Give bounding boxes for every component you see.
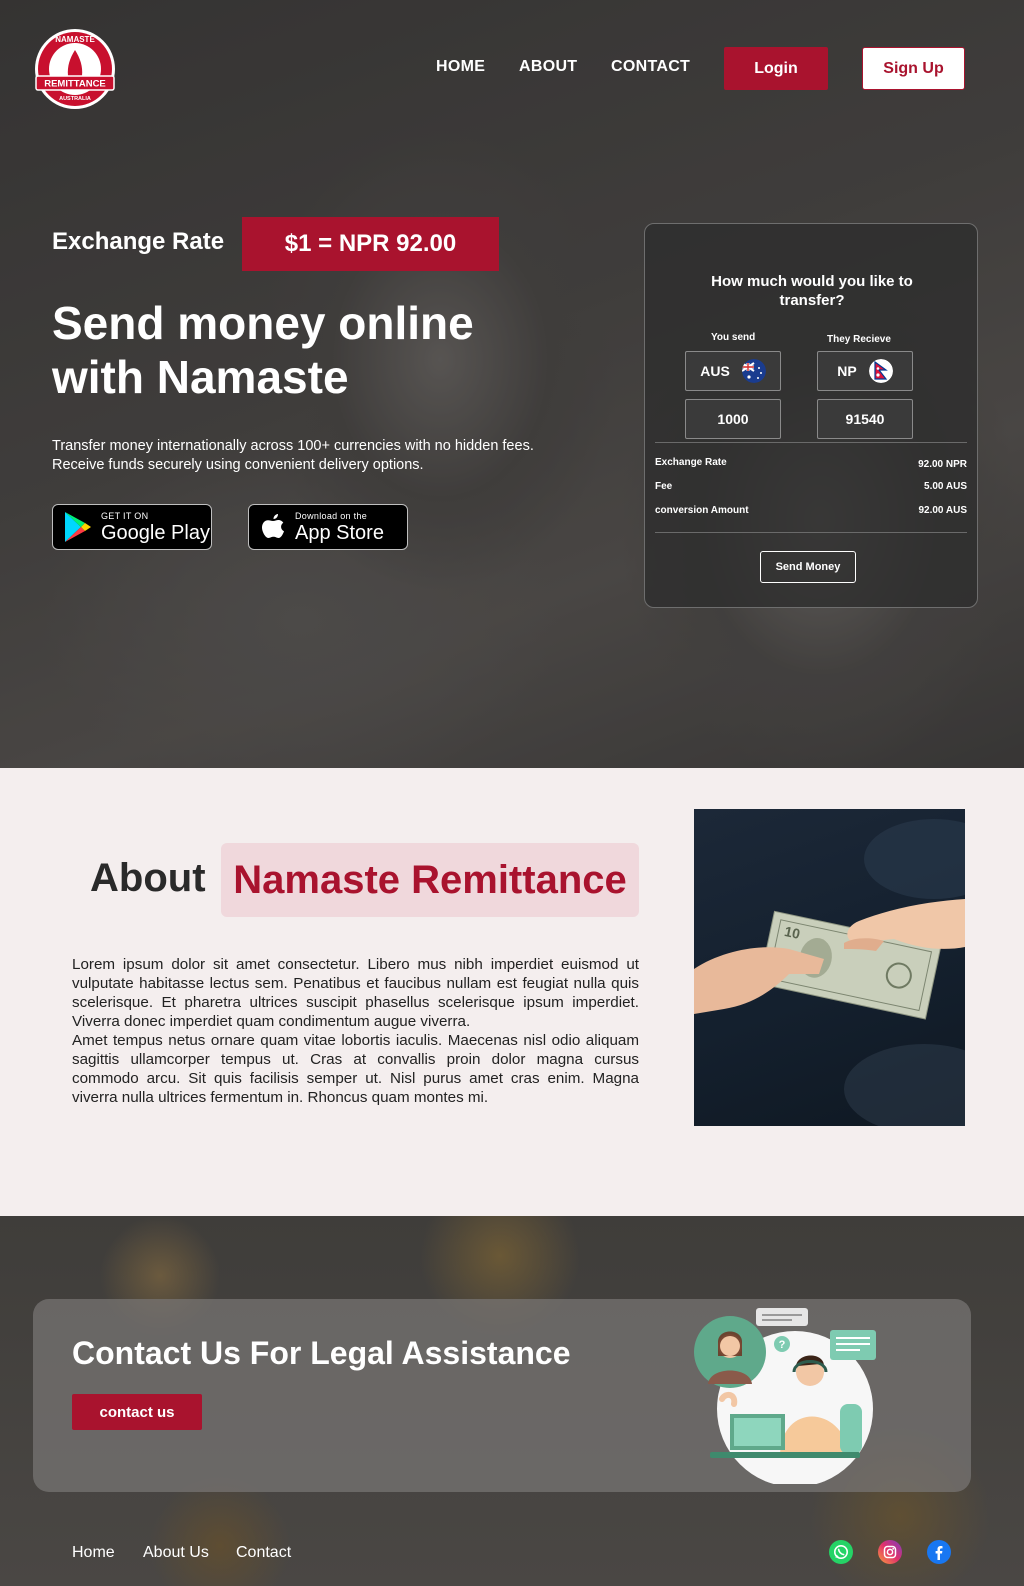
conversion-amount-row-label: conversion Amount [655, 505, 749, 516]
hero-description: Transfer money internationally across 10… [52, 438, 534, 473]
australia-flag-icon [741, 359, 766, 383]
transfer-question: How much would you like to transfer? [711, 273, 913, 309]
money-handover-image: 10 [694, 809, 965, 1126]
exchange-rate-label: Exchange Rate [52, 228, 225, 255]
conversion-amount-row-value: 92.00 AUS [918, 505, 967, 516]
app-store-small-text: Download on the [295, 510, 368, 521]
apple-icon [262, 514, 284, 538]
footer-about-link[interactable]: About Us [143, 1544, 209, 1562]
about-title: About [90, 856, 206, 900]
signup-button[interactable]: Sign Up [862, 47, 965, 90]
exchange-rate-row-label: Exchange Rate [655, 457, 727, 468]
about-brand-badge: Namaste Remittance [221, 843, 639, 917]
contact-title: Contact Us For Legal Assistance [72, 1335, 571, 1371]
facebook-icon[interactable] [927, 1540, 951, 1564]
instagram-glyph [883, 1545, 897, 1559]
nav-contact-link[interactable]: CONTACT [611, 58, 690, 76]
send-amount-input[interactable] [685, 399, 781, 439]
hero-section: REMITTANCE NAMASTE AUSTRALIA HOME ABOUT … [0, 0, 1024, 768]
card-divider [655, 442, 967, 443]
whatsapp-icon[interactable] [829, 1540, 853, 1564]
app-store-button[interactable]: Download on the App Store [248, 504, 408, 550]
nav-home-link[interactable]: HOME [436, 58, 485, 76]
card-divider [655, 532, 967, 533]
about-text: Lorem ipsum dolor sit amet consectetur. … [72, 955, 639, 1107]
login-button[interactable]: Login [724, 47, 828, 90]
whatsapp-glyph [834, 1545, 848, 1559]
google-play-big-text: Google Play [101, 521, 210, 544]
receive-currency-select[interactable]: NP [817, 351, 913, 391]
svg-text:REMITTANCE: REMITTANCE [44, 79, 106, 90]
facebook-glyph [935, 1546, 943, 1560]
about-paragraph-2: Amet tempus netus ornare quam vitae lobo… [72, 1032, 639, 1106]
footer-contact-link[interactable]: Contact [236, 1544, 291, 1562]
customer-support-illustration: ? [694, 1308, 876, 1484]
send-money-button[interactable]: Send Money [760, 551, 856, 583]
receive-currency-code: NP [837, 363, 857, 379]
footer-home-link[interactable]: Home [72, 1544, 115, 1562]
fee-row-value: 5.00 AUS [924, 481, 967, 492]
exchange-rate-badge: $1 = NPR 92.00 [242, 217, 499, 271]
you-send-label: You send [711, 332, 756, 343]
receive-amount-input[interactable] [817, 399, 913, 439]
svg-text:?: ? [779, 1339, 786, 1351]
instagram-icon[interactable] [878, 1540, 902, 1564]
fee-row-label: Fee [655, 481, 673, 492]
money-handover-illustration: 10 [694, 819, 965, 1126]
svg-text:NAMASTE: NAMASTE [55, 35, 95, 44]
nav-about-link[interactable]: ABOUT [519, 58, 577, 76]
hero-title: Send money online with Namaste [52, 297, 474, 403]
google-play-icon [65, 512, 91, 542]
about-paragraph-1: Lorem ipsum dolor sit amet consectetur. … [72, 956, 639, 1030]
transfer-calculator-card: How much would you like to transfer? You… [644, 223, 978, 608]
nepal-flag-icon [868, 359, 893, 383]
send-currency-code: AUS [700, 363, 730, 379]
exchange-rate-row-value: 92.00 NPR [918, 459, 967, 470]
svg-text:AUSTRALIA: AUSTRALIA [59, 96, 91, 102]
google-play-button[interactable]: GET IT ON Google Play [52, 504, 212, 550]
app-store-big-text: App Store [295, 521, 384, 544]
send-currency-select[interactable]: AUS [685, 351, 781, 391]
about-section: About Namaste Remittance Lorem ipsum dol… [0, 768, 1024, 1216]
contact-footer-section: Contact Us For Legal Assistance contact … [0, 1216, 1024, 1586]
contact-us-button[interactable]: contact us [72, 1394, 202, 1430]
google-play-small-text: GET IT ON [101, 510, 149, 521]
they-receive-label: They Recieve [827, 334, 891, 345]
namaste-remittance-logo[interactable]: REMITTANCE NAMASTE AUSTRALIA [34, 28, 116, 110]
